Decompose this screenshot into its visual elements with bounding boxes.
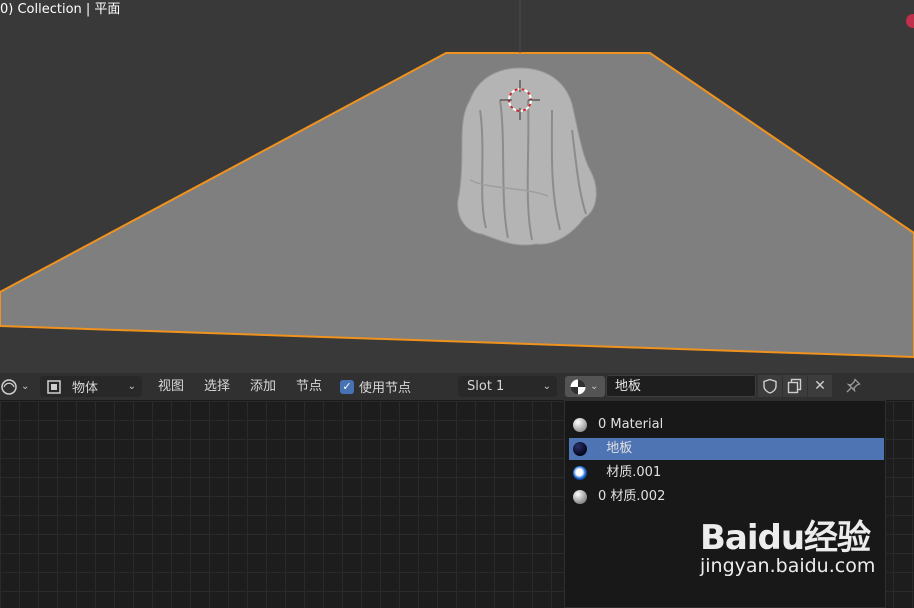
material-item-selected[interactable]: 地板 [569, 438, 884, 460]
slot-label: Slot 1 [467, 379, 505, 394]
shader-editor-icon [1, 378, 17, 395]
new-material-button[interactable] [783, 375, 807, 397]
use-nodes-label: 使用节点 [359, 381, 412, 396]
chevron-down-icon: ⌄ [21, 381, 30, 392]
baidu-jingyan-watermark: Baidu经验 jingyan.baidu.com [700, 510, 875, 577]
checkmark-icon[interactable]: ✓ [340, 379, 354, 394]
record-indicator [906, 14, 914, 28]
material-sphere-icon [570, 379, 586, 394]
browse-material-button[interactable]: ⌄ [565, 376, 605, 397]
menu-add[interactable]: 添加 [250, 377, 276, 397]
material-item[interactable]: 0 Material [569, 414, 884, 436]
pin-icon [846, 378, 861, 393]
viewport-object-info: 0) Collection | 平面 [0, 2, 121, 17]
blue-white-sphere-icon [573, 466, 587, 480]
slot-dropdown[interactable]: Slot 1 ⌄ [458, 376, 557, 397]
shield-icon [763, 378, 777, 394]
watermark-url: jingyan.baidu.com [700, 555, 876, 577]
watermark-logo: Baidu经验 [700, 518, 871, 558]
mode-dropdown[interactable]: 物体 ⌄ [40, 376, 142, 397]
white-sphere-icon [573, 490, 587, 504]
unlink-material-button[interactable]: ✕ [808, 375, 832, 397]
white-sphere-icon [573, 418, 587, 432]
fake-user-button[interactable] [758, 375, 782, 397]
close-icon: ✕ [814, 378, 826, 394]
object-icon [47, 379, 61, 394]
shader-editor-header: ⌄ 物体 ⌄ 视图 选择 添加 节点 ✓ 使用节点 Slot 1 ⌄ ⌄ 地板 [0, 373, 914, 401]
floor-plane [0, 52, 914, 359]
menu-select[interactable]: 选择 [204, 377, 230, 397]
viewport-scene [0, 0, 914, 359]
chevron-down-icon: ⌄ [590, 381, 599, 392]
chevron-down-icon: ⌄ [127, 381, 136, 392]
material-item[interactable]: 0 材质.002 [569, 486, 884, 508]
3d-viewport[interactable]: 0) Collection | 平面 [0, 0, 914, 373]
mode-label: 物体 [72, 381, 99, 396]
duplicate-icon [787, 378, 802, 394]
use-nodes-toggle[interactable]: ✓ 使用节点 [340, 376, 411, 397]
pin-button[interactable] [841, 375, 865, 397]
chevron-down-icon: ⌄ [542, 381, 551, 392]
dark-blue-sphere-icon [573, 442, 587, 456]
material-item[interactable]: 材质.001 [569, 462, 884, 484]
menu-view[interactable]: 视图 [158, 377, 184, 397]
editor-type-button[interactable]: ⌄ [0, 376, 34, 397]
material-name-field[interactable]: 地板 [606, 375, 756, 397]
menu-node[interactable]: 节点 [296, 377, 322, 397]
